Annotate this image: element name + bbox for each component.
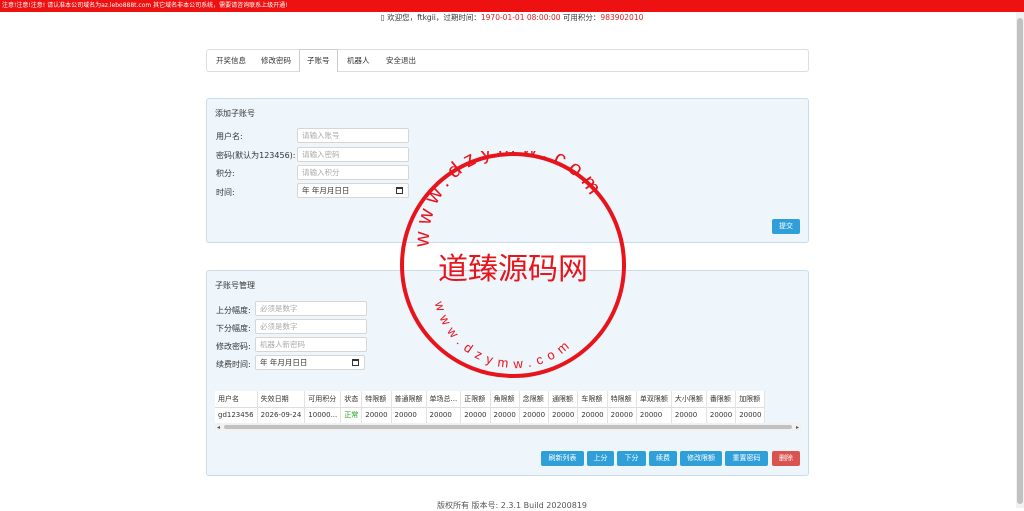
table-header: 大小限额: [671, 391, 707, 407]
points-label: 可用积分：: [562, 13, 601, 22]
panel-title: 子账号管理: [215, 281, 255, 290]
submit-button[interactable]: 提交: [772, 219, 800, 234]
table-header: 角限额: [490, 391, 520, 407]
points-value: 983902010: [600, 13, 644, 22]
table-cell: 20000: [426, 407, 462, 423]
welcome-prefix: 欢迎您，: [387, 13, 418, 22]
table-cell: 20000: [607, 407, 637, 423]
expire-label: ，过期时间：: [435, 13, 481, 22]
time-label: 时间:: [216, 188, 235, 197]
table-cell: 20000: [577, 407, 608, 423]
main-nav: 开奖信息 修改密码 子账号 机器人 安全退出: [206, 49, 809, 72]
tab-logout[interactable]: 安全退出: [379, 50, 423, 71]
table-header: 番限额: [706, 391, 737, 407]
tab-draw-info[interactable]: 开奖信息: [209, 50, 253, 71]
table-cell: 20000: [671, 407, 707, 423]
table-header: 可用积分: [304, 391, 342, 407]
welcome-username: ftkgii: [417, 13, 436, 22]
table-cell: 20000: [460, 407, 491, 423]
points-label: 积分:: [216, 169, 235, 178]
delete-button[interactable]: 删除: [772, 451, 800, 466]
calendar-icon[interactable]: [352, 359, 359, 366]
reset-password-button[interactable]: 重置密码: [725, 451, 768, 466]
table-cell: 20000: [391, 407, 427, 423]
table-header: 单双限额: [636, 391, 672, 407]
watermark-stamp: www.dzymw.com 道臻源码网 www.dzymw.com: [400, 151, 626, 378]
table-header: 正限额: [460, 391, 491, 407]
watermark-center-text: 道臻源码网: [438, 252, 588, 287]
new-password-label: 修改密码:: [216, 342, 251, 351]
table-cell: gd123456: [215, 407, 258, 423]
watermark-top-text: www.dzymw.com: [410, 151, 603, 248]
tab-change-password[interactable]: 修改密码: [254, 50, 298, 71]
date-value: 年 年月月日日: [302, 186, 350, 195]
table-header: 普通限额: [391, 391, 427, 407]
points-input[interactable]: 请输入积分: [297, 165, 409, 180]
scroll-right-icon[interactable]: ▸: [796, 424, 799, 431]
footer: 版权所有 版本号: 2.3.1 Build 20200819: [436, 501, 588, 510]
expire-value: 1970-01-01 08:00:00: [480, 13, 561, 22]
table-header: 用户名: [215, 391, 258, 407]
renew-button[interactable]: 续费: [649, 451, 677, 466]
password-label: 密码(默认为123456):: [216, 151, 296, 160]
welcome-bar: ▯ 欢迎您，ftkgii，过期时间：1970-01-01 08:00:00 可用…: [0, 13, 1024, 23]
table-cell: 20000: [519, 407, 550, 423]
modify-limit-button[interactable]: 修改限额: [680, 451, 722, 466]
time-date-input[interactable]: 年 年月月日日: [297, 183, 409, 198]
horizontal-scrollbar[interactable]: ◂ ▸: [215, 423, 801, 431]
notice-banner: 注意!注意!注意! 请认准本公司域名为az.lebo888t.com 其它域名非…: [0, 0, 1024, 12]
table-header: 车限额: [577, 391, 608, 407]
table-header: 特限额: [607, 391, 637, 407]
tab-sub-accounts[interactable]: 子账号: [299, 49, 338, 72]
table-header: 加限额: [735, 391, 766, 407]
decrease-button[interactable]: 下分: [617, 451, 646, 466]
decrease-amount-label: 下分幅度:: [216, 324, 251, 333]
table-cell: 正常: [340, 407, 363, 423]
table-header: 念限额: [519, 391, 550, 407]
table-cell: 20000: [490, 407, 520, 423]
refresh-list-button[interactable]: 刷新列表: [541, 451, 584, 466]
table-cell: 20000: [735, 407, 766, 423]
username-input[interactable]: 请输入账号: [297, 128, 409, 143]
table-header: 通限额: [548, 391, 579, 407]
vertical-scrollbar[interactable]: [1016, 12, 1024, 508]
renew-time-label: 续费时间:: [216, 360, 251, 369]
table-cell: 20000: [361, 407, 392, 423]
increase-button[interactable]: 上分: [587, 451, 614, 466]
table-cell: 20000: [706, 407, 737, 423]
password-input[interactable]: 请输入密码: [297, 147, 409, 162]
svg-text:www.dzymw.com: www.dzymw.com: [410, 151, 609, 248]
table-header: 单场总...: [426, 391, 462, 407]
scroll-left-icon[interactable]: ◂: [217, 424, 220, 431]
table-cell: 20000: [636, 407, 672, 423]
date-value: 年 年月月日日: [260, 358, 308, 367]
table-header: 失效日期: [257, 391, 306, 407]
table-cell: 10000...: [304, 407, 342, 423]
panel-title: 添加子账号: [215, 109, 255, 118]
table-header: 特限额: [361, 391, 392, 407]
username-label: 用户名:: [216, 132, 243, 141]
table-cell: 2026-09-24: [257, 407, 306, 423]
decrease-amount-input[interactable]: 必须是数字: [255, 319, 367, 334]
increase-amount-label: 上分幅度:: [216, 306, 251, 315]
renew-date-input[interactable]: 年 年月月日日: [255, 355, 365, 370]
table-row[interactable]: gd123456 2026-09-24 10000... 正常 20000 20000 20…: [215, 407, 766, 423]
increase-amount-input[interactable]: 必须是数字: [255, 301, 367, 316]
user-icon: ▯: [380, 13, 385, 22]
tab-robot[interactable]: 机器人: [340, 50, 377, 71]
table-header: 状态: [340, 391, 363, 407]
new-password-input[interactable]: 机器人新密码: [255, 337, 367, 352]
table-cell: 20000: [548, 407, 579, 423]
